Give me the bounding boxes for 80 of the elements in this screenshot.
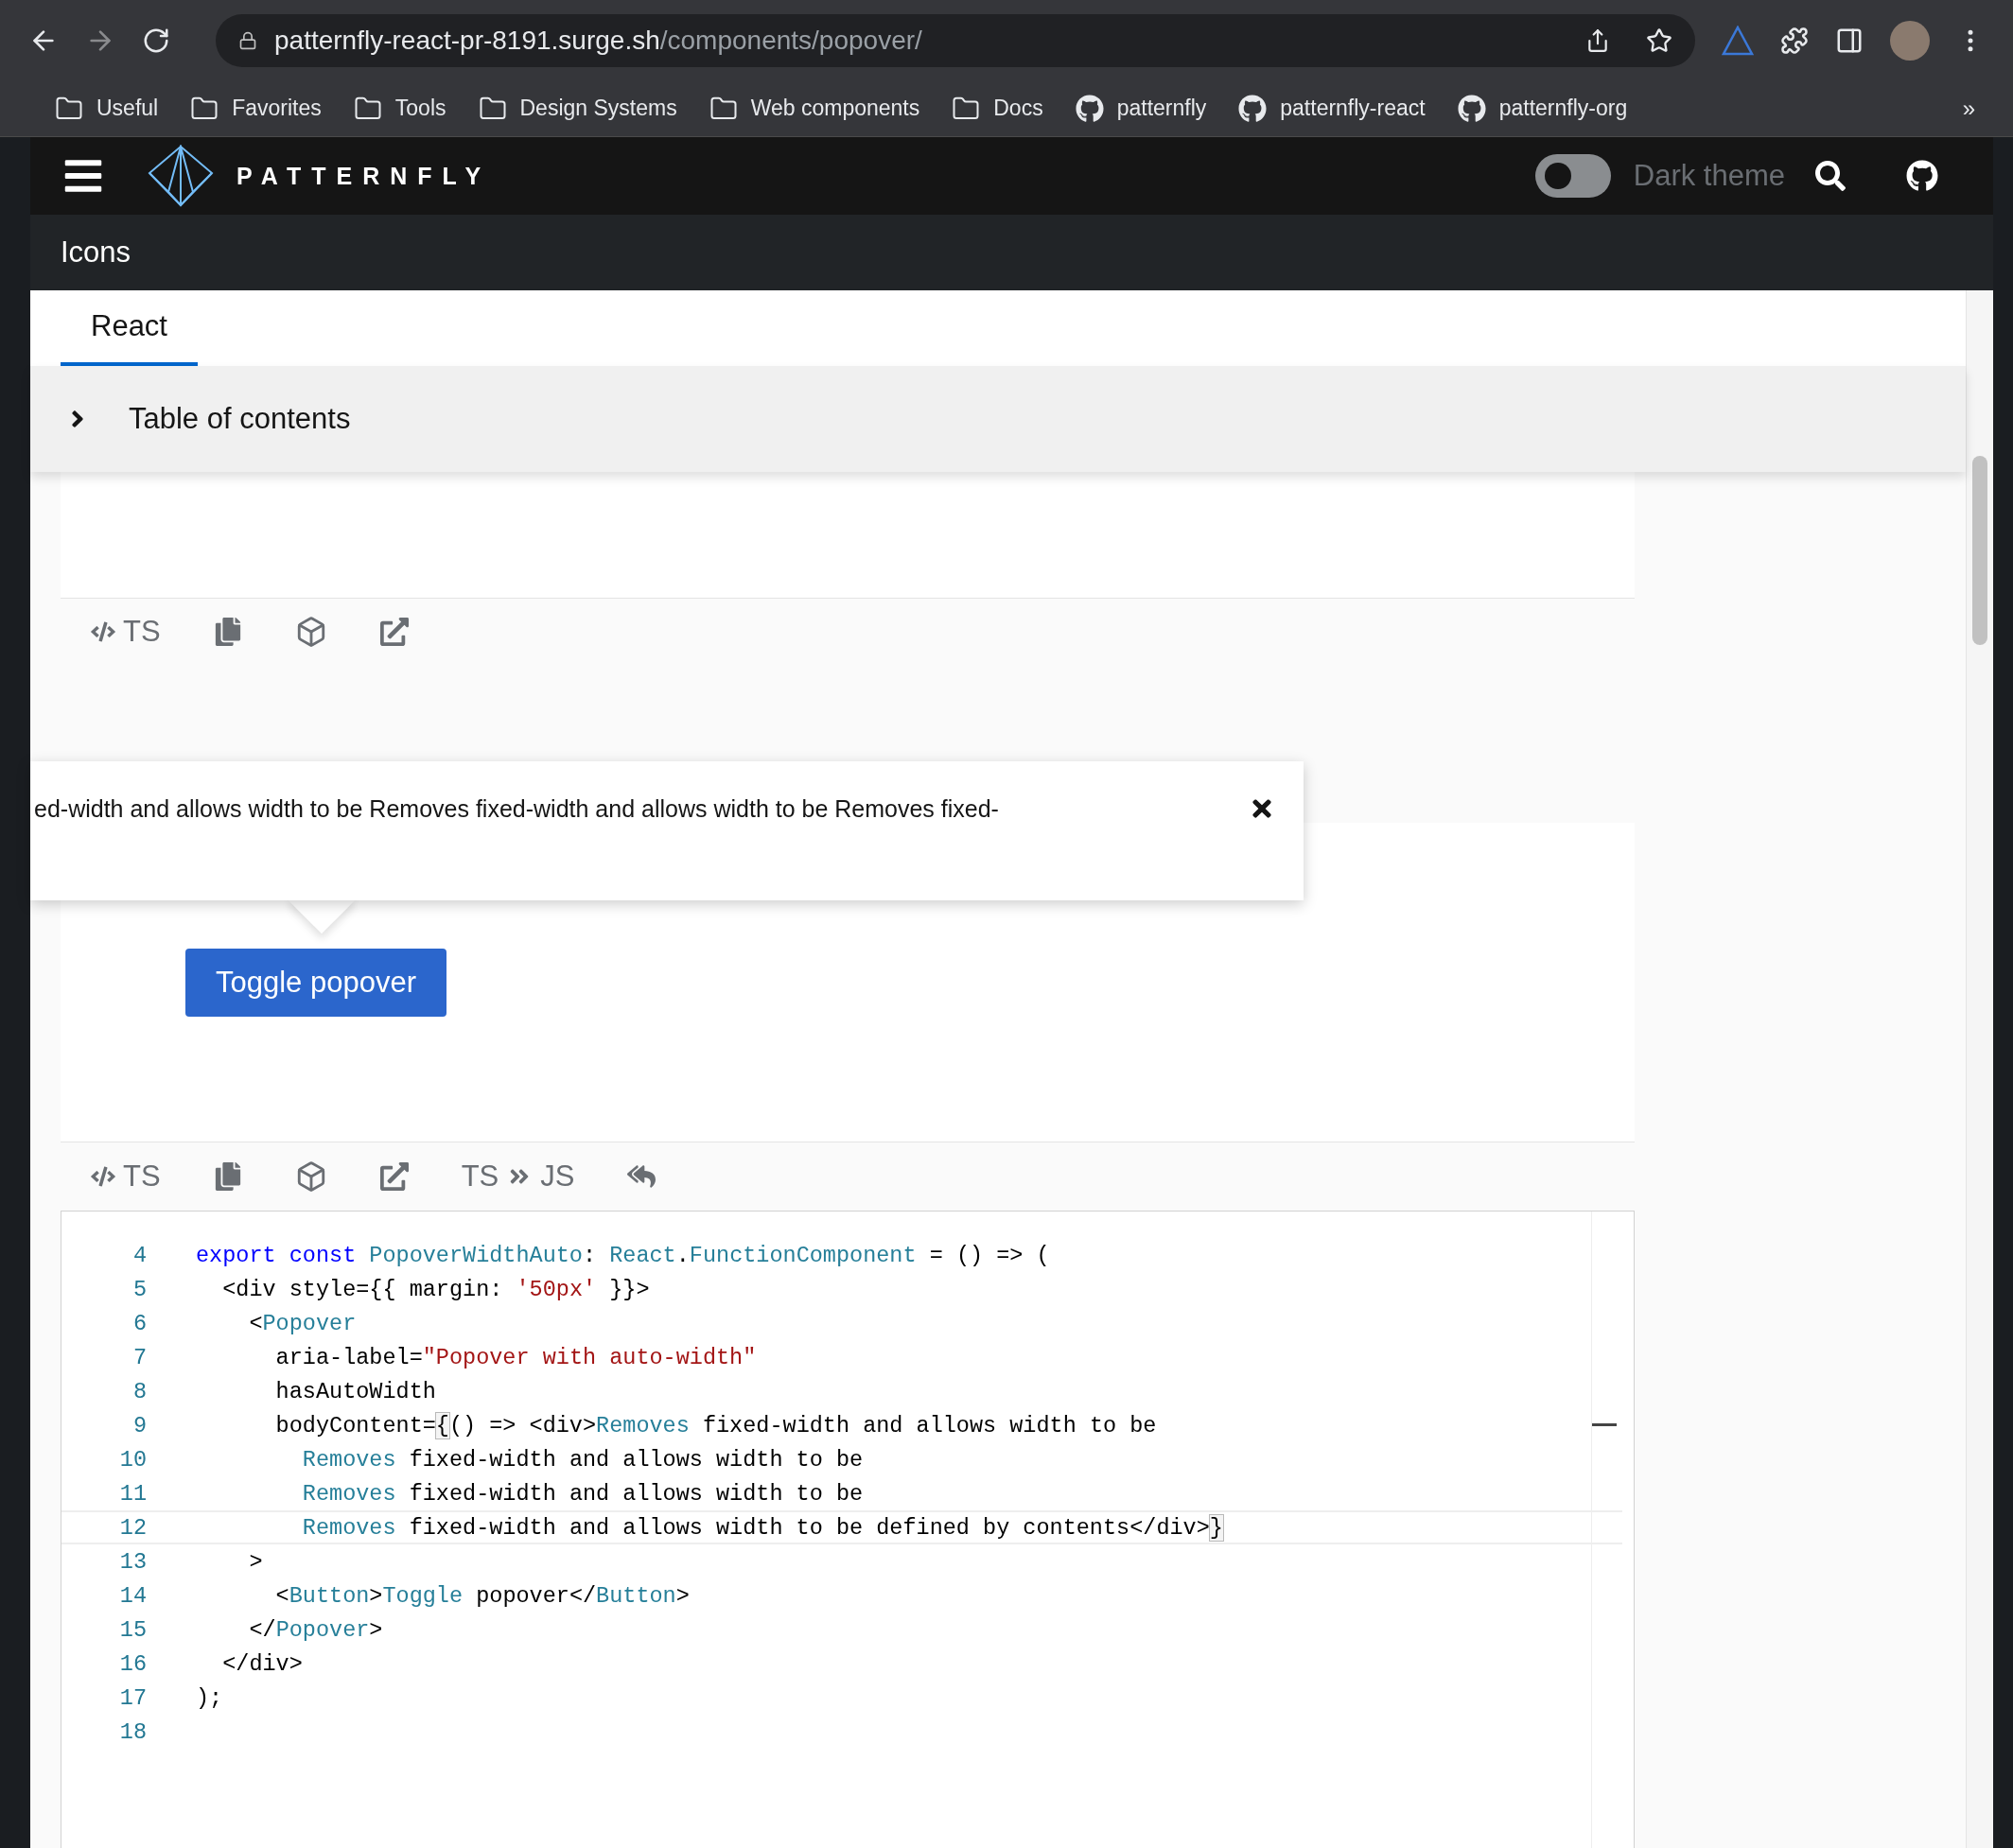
github-icon (1457, 94, 1486, 123)
line-number: 5 (131, 1276, 147, 1302)
github-icon (1238, 94, 1268, 123)
undo-button[interactable] (627, 1162, 656, 1191)
scrollbar-thumb[interactable] (1972, 456, 1987, 645)
bookmark[interactable]: patternfly (1075, 94, 1207, 123)
target-language: JS (540, 1159, 575, 1194)
line-number: 8 (131, 1378, 147, 1404)
triangle-icon[interactable] (1722, 25, 1754, 56)
external-link-icon (379, 617, 409, 646)
copy-icon (213, 617, 242, 646)
line-number: 18 (118, 1718, 147, 1745)
table-of-contents-toggle[interactable]: Table of contents (30, 366, 1966, 472)
copy-button[interactable] (213, 617, 242, 646)
source-language: TS (461, 1159, 499, 1194)
line-number: 6 (131, 1310, 147, 1336)
code-line: <div style={{ margin: '50px' }}> (221, 1276, 650, 1302)
copy-icon (213, 1162, 242, 1191)
code-line: hasAutoWidth (274, 1378, 436, 1404)
code-line: bodyContent={() => <div>Removes fixed-width and allows width to be (274, 1412, 1157, 1438)
reply-all-icon (627, 1162, 656, 1191)
section-title: Icons (61, 235, 131, 270)
code-line: </div> (221, 1650, 303, 1677)
toggle-popover-button[interactable]: Toggle popover (185, 949, 446, 1017)
bookmark[interactable]: Useful (55, 94, 159, 123)
code-toggle[interactable]: TS (91, 1159, 161, 1194)
code-line: Removes fixed-width and allows width to be (301, 1446, 864, 1473)
brand-name: PATTERNFLY (236, 162, 492, 190)
line-number: 12 (118, 1514, 147, 1541)
star-icon[interactable] (1646, 26, 1672, 54)
logo-icon (148, 145, 214, 207)
bookmark[interactable]: Web components (709, 94, 920, 123)
lock-icon (238, 30, 257, 50)
line-number: 13 (118, 1548, 147, 1575)
bookmark[interactable]: Design Systems (478, 94, 677, 123)
external-link-button[interactable] (379, 1162, 409, 1191)
line-number: 17 (118, 1684, 147, 1711)
puzzle-icon[interactable] (1780, 26, 1809, 55)
minimap-marker (1592, 1423, 1617, 1426)
share-icon[interactable] (1585, 27, 1610, 53)
line-number: 15 (118, 1616, 147, 1643)
url-path: /components/popover/ (659, 25, 922, 55)
popover-text: ed-width and allows width to be Removes fixed-width and allows width to be Removes fixed- (34, 795, 1000, 823)
code-line: > (248, 1548, 263, 1575)
code-toggle[interactable]: TS (91, 614, 161, 649)
bookmark[interactable]: patternfly-org (1457, 94, 1628, 123)
github-icon[interactable] (1906, 160, 1938, 192)
line-number: 11 (118, 1480, 147, 1507)
theme-switch[interactable] (1534, 154, 1611, 198)
code-line: <Button>Toggle popover</Button> (274, 1582, 690, 1609)
code-line: Removes fixed-width and allows width to be (301, 1480, 864, 1507)
bookmark[interactable]: Favorites (190, 94, 322, 123)
code-line: export const PopoverWidthAuto: React.FunctionComponent = () => ( (196, 1242, 1050, 1268)
line-number: 10 (118, 1446, 147, 1473)
address-bar[interactable]: patternfly-react-pr-8191.surge.sh/components/popover/ (216, 13, 1695, 67)
github-icon (1075, 94, 1104, 123)
code-editor[interactable] (61, 1211, 1635, 1848)
code-line: ); (196, 1684, 223, 1711)
external-link-icon (379, 1162, 409, 1191)
code-line: aria-label="Popover with auto-width" (274, 1344, 757, 1370)
line-number: 9 (131, 1412, 147, 1438)
avatar[interactable] (1890, 20, 1930, 61)
copy-button[interactable] (213, 1162, 242, 1191)
external-link-button[interactable] (379, 617, 409, 646)
code-line: Removes fixed-width and allows width to be defined by contents</div>} (301, 1514, 1223, 1541)
line-number: 14 (118, 1582, 147, 1609)
bookmark[interactable]: patternfly-react (1238, 94, 1426, 123)
code-line: <Popover (248, 1310, 357, 1336)
code-icon (91, 1164, 115, 1189)
url-host: patternfly-react-pr-8191.surge.sh (274, 25, 660, 55)
search-icon[interactable] (1815, 161, 1846, 191)
bookmarks-overflow[interactable]: » (1962, 95, 1975, 122)
convert-button[interactable]: TS JS (461, 1159, 575, 1194)
line-number: 16 (118, 1650, 147, 1677)
code-line: </Popover> (248, 1616, 383, 1643)
bookmark[interactable]: Tools (353, 94, 446, 123)
line-number: 4 (131, 1242, 147, 1268)
switch-label: Dark theme (1633, 159, 1785, 193)
line-number: 7 (131, 1344, 147, 1370)
bookmark[interactable]: Docs (952, 94, 1043, 123)
